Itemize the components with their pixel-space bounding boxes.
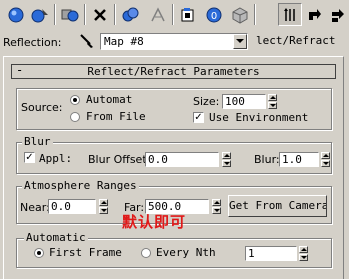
- show-end-result-icon[interactable]: [228, 3, 252, 26]
- default-ok-annotation: 默认即可: [122, 213, 187, 231]
- near-label: Near:: [20, 201, 50, 214]
- source-automatic-radio[interactable]: [70, 95, 80, 105]
- get-material-icon[interactable]: [4, 3, 28, 26]
- every-nth-radio[interactable]: [141, 248, 151, 258]
- map-type-button[interactable]: lect/Refract: [256, 34, 335, 47]
- near-input[interactable]: 0.0: [48, 199, 96, 214]
- svg-text:0: 0: [211, 11, 217, 22]
- nth-spinner[interactable]: [299, 246, 308, 261]
- make-unique-icon[interactable]: [118, 3, 142, 26]
- put-to-scene-icon[interactable]: [28, 3, 52, 26]
- go-forward-to-sibling-icon[interactable]: [302, 3, 326, 26]
- blur-offset-label: Blur Offset:: [88, 153, 151, 166]
- put-to-library-icon[interactable]: [146, 3, 170, 26]
- material-editor-toolbar: 0: [0, 0, 349, 30]
- source-from-file-label[interactable]: From File: [86, 110, 146, 123]
- size-input[interactable]: 100: [222, 94, 266, 109]
- blur-label: Blur:: [254, 153, 280, 166]
- first-frame-radio[interactable]: [34, 248, 44, 258]
- near-spinner[interactable]: [99, 199, 108, 214]
- show-map-in-viewport-icon[interactable]: [176, 3, 200, 26]
- eyedropper-icon[interactable]: [78, 32, 96, 50]
- reset-map-icon[interactable]: [88, 3, 112, 26]
- size-spinner[interactable]: [268, 94, 277, 109]
- blur-apply-checkbox[interactable]: ✓: [24, 152, 35, 163]
- source-automatic-label[interactable]: Automat: [86, 93, 132, 106]
- get-from-camera-button[interactable]: Get From Camera: [228, 195, 327, 217]
- reflection-label: Reflection:: [3, 36, 62, 49]
- assign-to-selection-icon[interactable]: [58, 3, 82, 26]
- nth-input[interactable]: 1: [245, 246, 297, 261]
- source-label: Source:: [21, 101, 63, 114]
- use-environment-checkbox[interactable]: ✓: [193, 112, 204, 123]
- map-name-dropdown[interactable]: Map #8: [100, 33, 248, 50]
- far-spinner[interactable]: [212, 199, 221, 214]
- material-id-channel-icon[interactable]: 0: [202, 3, 226, 26]
- size-label: Size:: [193, 95, 220, 108]
- navigate-icon[interactable]: [326, 3, 349, 26]
- blur-apply-label[interactable]: Appl:: [39, 152, 72, 165]
- blur-group-label: Blur: [22, 135, 53, 148]
- blur-offset-spinner[interactable]: [222, 152, 231, 167]
- automatic-group-label: Automatic: [24, 231, 88, 244]
- every-nth-label[interactable]: Every Nth: [156, 246, 216, 259]
- go-to-parent-icon[interactable]: [278, 3, 302, 26]
- use-environment-label[interactable]: Use Environment: [209, 111, 308, 124]
- rollout-title: Reflect/Refract Parameters: [87, 65, 260, 78]
- map-name-value: Map #8: [104, 35, 144, 48]
- chevron-down-icon[interactable]: [233, 34, 247, 49]
- atmosphere-ranges-label: Atmosphere Ranges: [22, 179, 139, 192]
- first-frame-label[interactable]: First Frame: [49, 246, 122, 259]
- blur-spinner[interactable]: [321, 152, 330, 167]
- rollout-header[interactable]: - Reflect/Refract Parameters: [11, 63, 336, 79]
- blur-offset-input[interactable]: 0.0: [145, 152, 219, 167]
- source-from-file-radio[interactable]: [70, 112, 80, 122]
- blur-input[interactable]: 1.0: [279, 152, 319, 167]
